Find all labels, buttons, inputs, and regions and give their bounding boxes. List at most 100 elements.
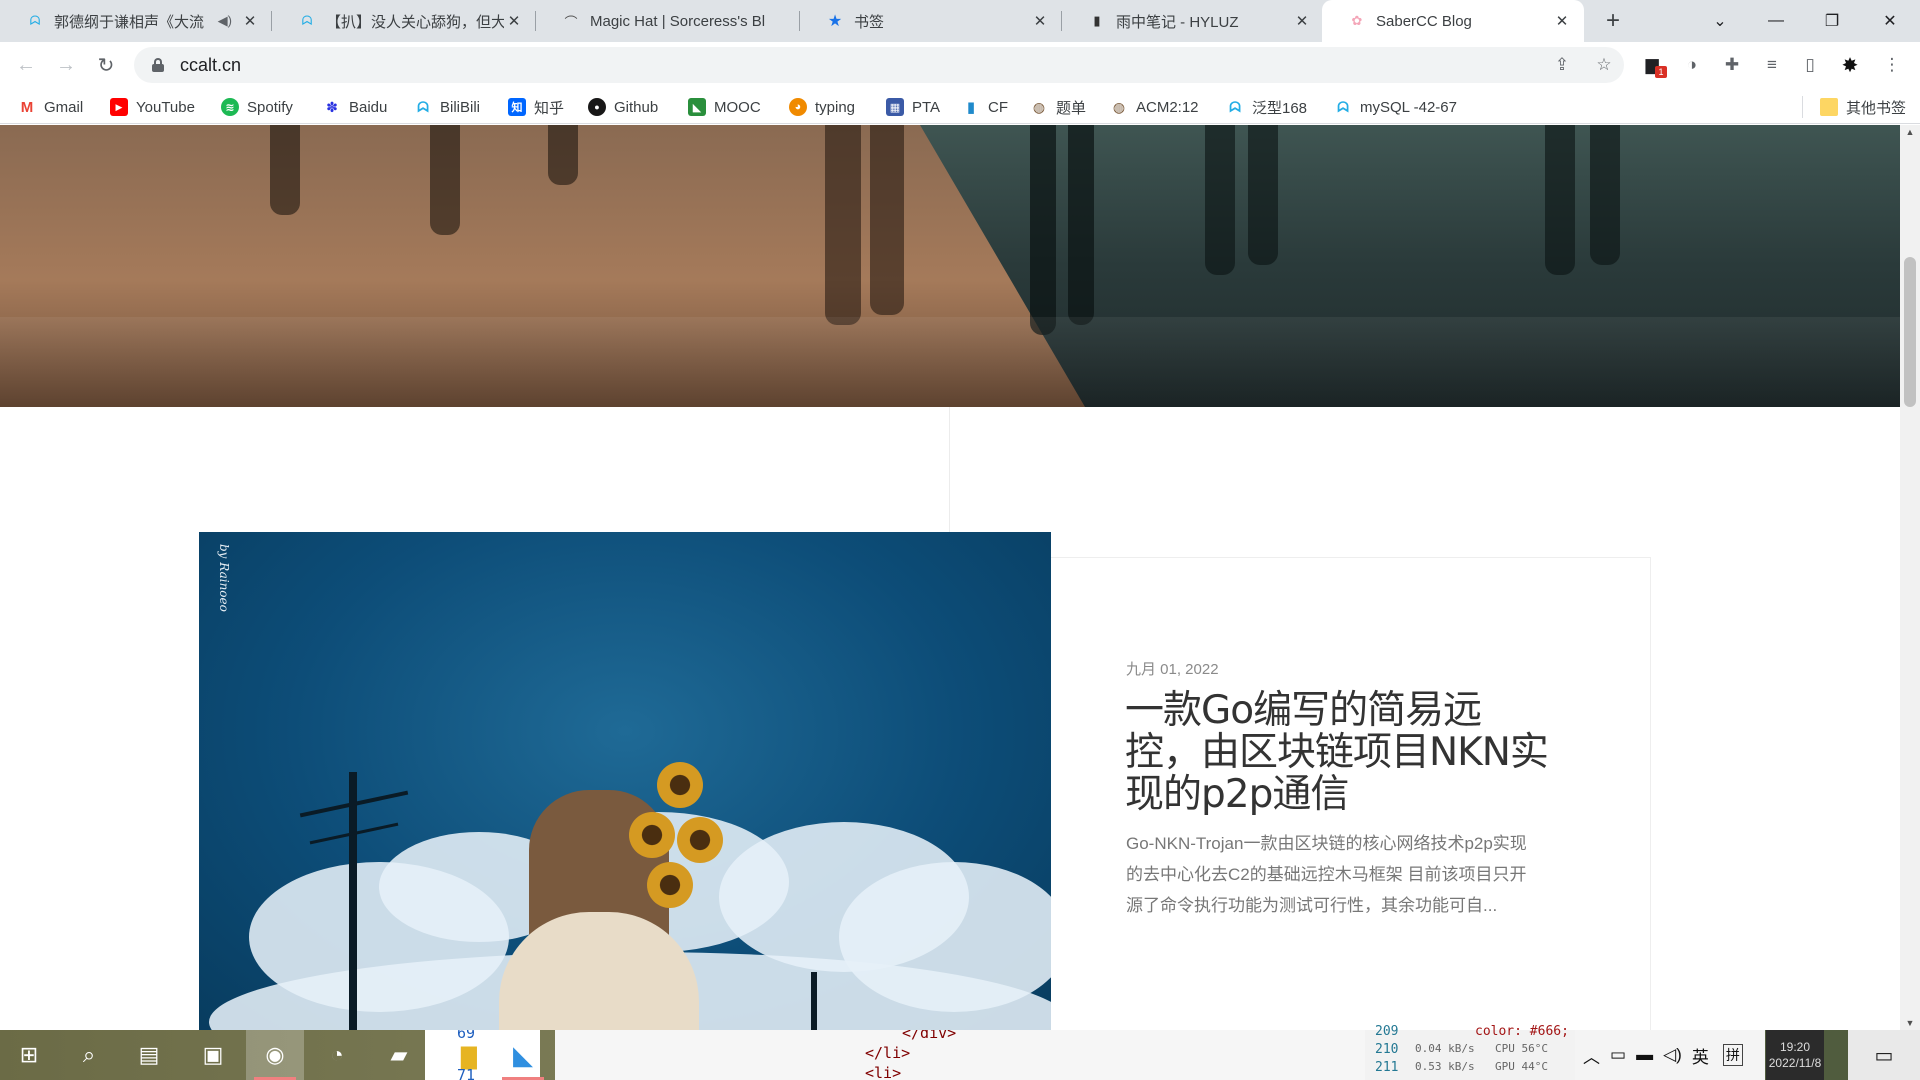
tab-1[interactable]: ᗣ 郭德纲于谦相声《大流 ◀) ✕ — [0, 0, 272, 42]
post-title[interactable]: 一款Go编写的简易远控，由区块链项目NKN实现的p2p通信 — [1125, 690, 1555, 816]
bookmarks-bar: M Gmail ▶ YouTube ≋ Spotify ✽ Baidu ᗣ BiliBil… — [0, 89, 1920, 124]
close-tab-icon[interactable]: ✕ — [1552, 11, 1572, 31]
net-download-speed: 0.53 kB/s — [1415, 1060, 1475, 1073]
scrollbar-thumb[interactable] — [1904, 257, 1916, 407]
notification-center-icon[interactable]: ▭ — [1848, 1030, 1920, 1080]
cpu-temp: CPU 56°C — [1495, 1042, 1548, 1055]
tab-title: 书签 — [854, 13, 885, 31]
baidu-icon: ✽ — [323, 98, 341, 116]
tray-overflow-chevron-icon[interactable]: ︿ — [1583, 1043, 1600, 1068]
bilibili-icon: ᗣ — [29, 13, 41, 28]
reload-icon[interactable]: ↻ — [90, 49, 122, 81]
bookmark-cf[interactable]: ▮ CF — [962, 95, 1008, 119]
post-cover-image[interactable]: by Rainoeo — [199, 532, 1051, 1030]
scroll-down-arrow-icon[interactable]: ▼ — [1900, 1016, 1920, 1030]
sakura-icon: ✿ — [1351, 13, 1363, 28]
bookmark-label: Baidu — [349, 98, 388, 116]
side-panel-icon[interactable]: ▯ — [1796, 51, 1824, 79]
bookmark-acm[interactable]: ◍ ACM2:12 — [1110, 95, 1199, 119]
new-tab-button[interactable]: + — [1598, 6, 1628, 36]
scroll-up-arrow-icon[interactable]: ▲ — [1900, 125, 1920, 139]
net-upload-speed: 0.04 kB/s — [1415, 1042, 1475, 1055]
hero-banner-image — [0, 125, 1900, 407]
bookmark-spotify[interactable]: ≋ Spotify — [221, 95, 293, 119]
tab-3[interactable]: ⌒ Magic Hat | Sorceress's Bl — [536, 0, 800, 42]
page-scrollbar[interactable]: ▲ ▼ — [1900, 125, 1920, 1030]
menu-kebab-icon[interactable]: ⋮ — [1878, 51, 1906, 79]
sticky-notes-icon[interactable]: ▰ — [370, 1030, 428, 1080]
post-excerpt: Go-NKN-Trojan一款由区块链的核心网络技术p2p实现的去中心化去C2的… — [1126, 834, 1527, 915]
bookmark-bilibili[interactable]: ᗣ BiliBili — [414, 95, 480, 119]
address-bar[interactable]: ccalt.cn ⇪ ☆ — [134, 47, 1624, 83]
network-icon[interactable]: ▭ — [1610, 1045, 1626, 1065]
battery-icon[interactable]: ▬ — [1636, 1045, 1653, 1065]
bookmark-gmail[interactable]: M Gmail — [18, 95, 83, 119]
tab-2[interactable]: ᗣ 【扒】没人关心舔狗，但大 ✕ — [272, 0, 536, 42]
luogu-icon: ◍ — [1030, 98, 1048, 116]
tab-6-active[interactable]: ✿ SaberCC Blog ✕ — [1322, 0, 1584, 42]
ime-language[interactable]: 英 — [1692, 1043, 1709, 1068]
url-text[interactable]: ccalt.cn — [180, 55, 241, 76]
star-icon: ★ — [827, 13, 843, 30]
tab-title: SaberCC Blog — [1376, 12, 1472, 30]
window-close-icon[interactable]: ✕ — [1862, 0, 1918, 42]
extension-badge-icon[interactable]: ▆ 1 — [1638, 51, 1667, 79]
bookmark-star-icon[interactable]: ☆ — [1594, 55, 1614, 75]
other-bookmarks[interactable]: 其他书签 — [1820, 95, 1906, 119]
bookmark-label: 泛型168 — [1252, 99, 1308, 117]
bookmark-mysql[interactable]: ᗣ mySQL -42-67 — [1334, 95, 1457, 119]
news-icon[interactable]: ▣ — [184, 1030, 242, 1080]
close-tab-icon[interactable]: ✕ — [1292, 11, 1312, 31]
extension-moon-icon[interactable]: ◑ — [1678, 51, 1706, 79]
tab-title: 雨中笔记 - HYLUZ — [1116, 13, 1239, 31]
taskbar-clock[interactable]: 19:20 2022/11/8 — [1766, 1030, 1824, 1080]
bilibili-icon: ᗣ — [1334, 98, 1352, 116]
clock-time: 19:20 — [1779, 1040, 1811, 1054]
bookmark-label: ACM2:12 — [1136, 98, 1199, 116]
volume-icon[interactable]: ◁) — [1663, 1045, 1682, 1065]
bookmark-mooc[interactable]: ◣ MOOC — [688, 95, 761, 119]
close-tab-icon[interactable]: ✕ — [504, 11, 524, 31]
bookmarks-divider — [1802, 96, 1803, 118]
bookmark-github[interactable]: ● Github — [588, 95, 658, 119]
other-bookmarks-label: 其他书签 — [1846, 99, 1907, 117]
bookmark-zhihu[interactable]: 知知乎 — [508, 95, 564, 119]
ime-mode[interactable]: 拼 — [1722, 1044, 1743, 1066]
restore-icon[interactable]: ❐ — [1804, 0, 1860, 42]
bookmark-baidu[interactable]: ✽ Baidu — [323, 95, 387, 119]
close-tab-icon[interactable]: ✕ — [240, 11, 260, 31]
vscode-icon[interactable]: ◣ — [494, 1030, 552, 1080]
gpu-temp: GPU 44°C — [1495, 1060, 1548, 1073]
clock-date: 2022/11/8 — [1768, 1056, 1822, 1070]
windows-start-icon[interactable]: ⊞ — [0, 1030, 58, 1080]
speaker-muted-icon[interactable]: ◀) — [218, 13, 232, 29]
minimize-icon[interactable]: — — [1748, 0, 1804, 42]
bookmark-pta[interactable]: ▦ PTA — [886, 95, 940, 119]
profile-avatar[interactable]: ✸ — [1836, 51, 1864, 79]
bookmark-label: Gmail — [44, 98, 84, 116]
task-view-icon[interactable]: ▤ — [120, 1030, 178, 1080]
bookmark-generic[interactable]: ᗣ 泛型168 — [1226, 95, 1307, 119]
bookmark-typing[interactable]: ◕ typing — [789, 95, 855, 119]
bookmark-label: PTA — [912, 98, 941, 116]
tab-search-icon[interactable]: ⌄ — [1692, 0, 1748, 42]
lock-icon[interactable] — [152, 58, 164, 72]
system-tray: ︿ ▭ ▬ ◁) 英 拼 — [1575, 1030, 1765, 1080]
close-tab-icon[interactable]: ✕ — [1030, 11, 1050, 31]
chrome-icon[interactable]: ◉ — [246, 1030, 304, 1080]
bookmark-youtube[interactable]: ▶ YouTube — [110, 95, 195, 119]
reading-list-icon[interactable]: ≡ — [1758, 51, 1786, 79]
extensions-puzzle-icon[interactable]: ✚ — [1718, 51, 1746, 79]
bookmark-label: MOOC — [714, 98, 761, 116]
layout-divider — [949, 407, 950, 533]
back-arrow-icon[interactable]: ← — [10, 49, 42, 81]
search-icon[interactable]: ⌕ — [60, 1030, 118, 1080]
edge-icon[interactable]: ◔ — [308, 1030, 366, 1080]
forward-arrow-icon[interactable]: → — [50, 49, 82, 81]
tab-4[interactable]: ★ 书签 ✕ — [800, 0, 1062, 42]
line-number: 210 — [1375, 1042, 1399, 1057]
bookmark-tidan[interactable]: ◍ 题单 — [1030, 95, 1086, 119]
tab-5[interactable]: ▮ 雨中笔记 - HYLUZ ✕ — [1062, 0, 1324, 42]
codeforces-icon: ▮ — [962, 98, 980, 116]
share-icon[interactable]: ⇪ — [1552, 55, 1572, 75]
